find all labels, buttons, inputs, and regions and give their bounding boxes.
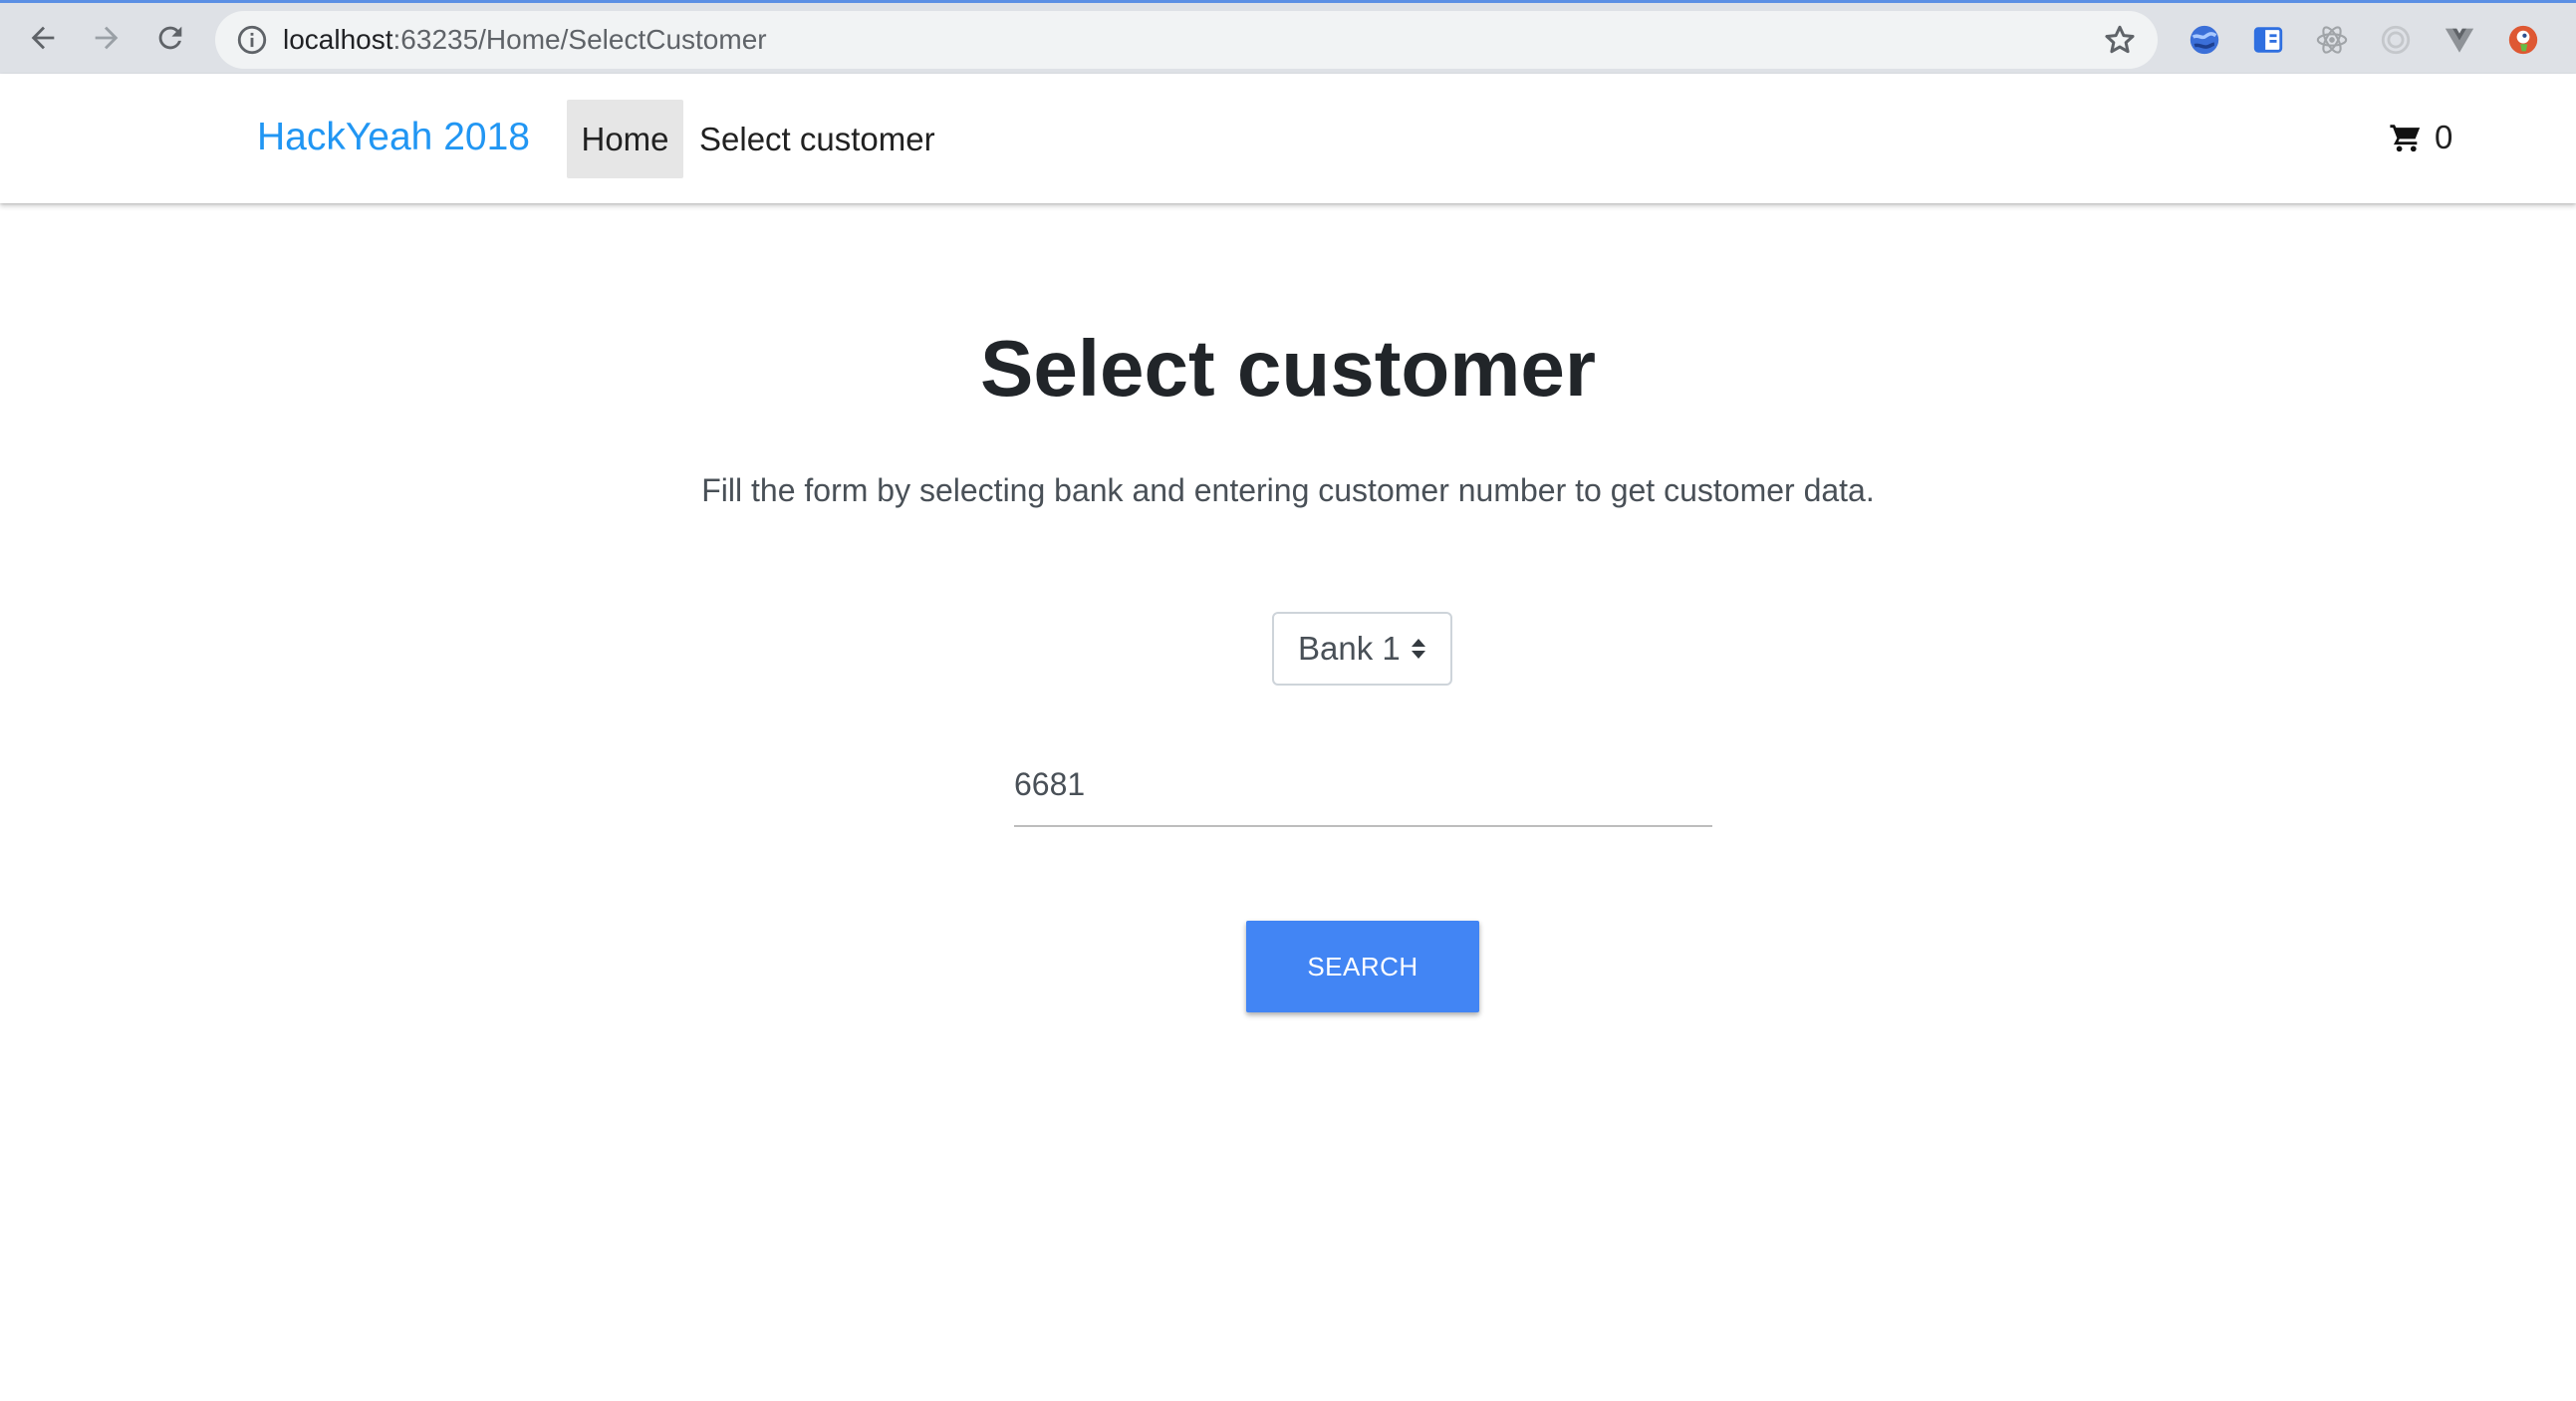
cart-link[interactable]: 0 <box>2389 114 2452 161</box>
reload-button[interactable] <box>145 13 195 63</box>
react-devtools-icon[interactable] <box>2315 23 2349 57</box>
nav-select-customer-link[interactable]: Select customer <box>699 100 935 178</box>
app-navbar: HackYeah 2018 Home Select customer 0 <box>0 74 2576 203</box>
cart-count: 0 <box>2435 119 2453 155</box>
brand-link[interactable]: HackYeah 2018 <box>257 114 530 161</box>
search-button[interactable]: SEARCH <box>1246 921 1479 1012</box>
customer-number-input[interactable] <box>1014 743 1712 827</box>
page-title: Select customer <box>979 324 1597 413</box>
select-arrows-icon <box>1412 639 1425 659</box>
vue-devtools-icon[interactable] <box>2443 23 2476 57</box>
globe-extension-icon[interactable] <box>2188 23 2221 57</box>
bank-select[interactable]: Bank 1 <box>1272 612 1452 686</box>
url-host: localhost <box>283 24 393 55</box>
arrow-left-icon <box>31 26 55 50</box>
arrow-right-icon <box>95 26 119 50</box>
back-button[interactable] <box>18 13 68 63</box>
reload-icon <box>158 26 182 50</box>
address-bar[interactable]: localhost:63235/Home/SelectCustomer <box>215 11 2158 69</box>
bookmark-star-icon[interactable] <box>2102 22 2138 58</box>
bank-select-value: Bank 1 <box>1298 630 1401 667</box>
shopping-cart-icon <box>2390 125 2421 152</box>
url-text[interactable]: localhost:63235/Home/SelectCustomer <box>283 22 767 58</box>
forward-button[interactable] <box>82 13 131 63</box>
duckduckgo-icon[interactable] <box>2506 23 2540 57</box>
page-description: Fill the form by selecting bank and ente… <box>701 472 1875 508</box>
nav-home-link[interactable]: Home <box>567 100 683 178</box>
browser-toolbar: localhost:63235/Home/SelectCustomer <box>0 0 2576 74</box>
circle-extension-icon[interactable] <box>2379 23 2413 57</box>
url-path: :63235/Home/SelectCustomer <box>392 24 767 55</box>
tab-extension-icon[interactable] <box>2251 23 2285 57</box>
info-icon[interactable] <box>235 23 269 57</box>
